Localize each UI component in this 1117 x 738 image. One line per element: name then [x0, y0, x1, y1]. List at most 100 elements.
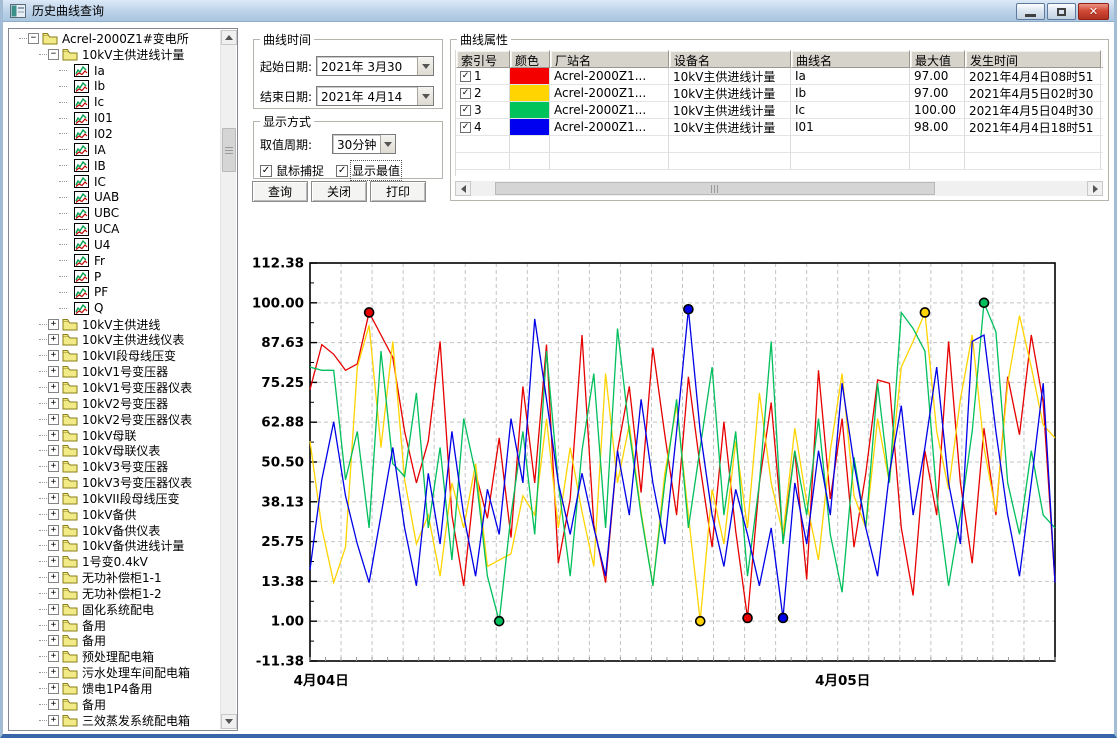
expand-icon[interactable]: +: [48, 525, 59, 536]
tree-item-预处理配电箱[interactable]: +预处理配电箱: [10, 649, 220, 665]
expand-icon[interactable]: +: [48, 414, 59, 425]
column-header-索引号[interactable]: 索引号: [456, 50, 510, 68]
tree-item-10kV主供进线仪表[interactable]: +10kV主供进线仪表: [10, 332, 220, 348]
query-button[interactable]: 查询: [252, 181, 308, 202]
tree-item-10kVII段母线压变[interactable]: +10kVII段母线压变: [10, 490, 220, 506]
tree-item-1号变0.4kV[interactable]: +1号变0.4kV: [10, 554, 220, 570]
expand-icon[interactable]: +: [48, 588, 59, 599]
table-row[interactable]: [456, 136, 1103, 153]
tree-item-UCA[interactable]: UCA: [10, 221, 220, 237]
tree-item-I01[interactable]: I01: [10, 110, 220, 126]
table-row[interactable]: ✓2Acrel-2000Z1...10kV主供进线计量Ib97.002021年4…: [456, 85, 1103, 102]
tree-item-10kV备供仪表[interactable]: +10kV备供仪表: [10, 522, 220, 538]
expand-icon[interactable]: +: [48, 604, 59, 615]
mouse-capture-checkbox[interactable]: ✓: [260, 165, 272, 177]
period-dropdown-button[interactable]: [380, 135, 395, 153]
tree-item-Ic[interactable]: Ic: [10, 94, 220, 110]
tree-item-无功补偿柜1-1[interactable]: +无功补偿柜1-1: [10, 570, 220, 586]
tree-scroll-up-button[interactable]: [221, 30, 237, 45]
expand-icon[interactable]: +: [48, 667, 59, 678]
tree-scroll-down-button[interactable]: [221, 714, 237, 729]
table-scroll-left-button[interactable]: [455, 181, 471, 196]
tree-item-Ia[interactable]: Ia: [10, 63, 220, 79]
tree-item-Q[interactable]: Q: [10, 300, 220, 316]
tree-item-备用[interactable]: +备用: [10, 696, 220, 712]
table-row[interactable]: ✓1Acrel-2000Z1...10kV主供进线计量Ia97.002021年4…: [456, 68, 1103, 85]
table-row[interactable]: ✓4Acrel-2000Z1...10kV主供进线计量I0198.002021年…: [456, 119, 1103, 136]
tree-item-Fr[interactable]: Fr: [10, 253, 220, 269]
row-checkbox[interactable]: ✓: [460, 105, 471, 116]
tree-item-10kV主供进线计量[interactable]: −10kV主供进线计量: [10, 47, 220, 63]
collapse-icon[interactable]: −: [48, 49, 59, 60]
tree-item-10kV母联[interactable]: +10kV母联: [10, 427, 220, 443]
expand-icon[interactable]: +: [48, 683, 59, 694]
table-hscrollbar[interactable]: [455, 181, 1103, 196]
expand-icon[interactable]: +: [48, 493, 59, 504]
tree-item-I02[interactable]: I02: [10, 126, 220, 142]
row-checkbox[interactable]: ✓: [460, 71, 471, 82]
maximize-button[interactable]: [1047, 3, 1076, 20]
tree-item-10kV备供[interactable]: +10kV备供: [10, 506, 220, 522]
close-action-button[interactable]: 关闭: [311, 181, 367, 202]
tree-item-Acrel-2000Z1#变电所[interactable]: −Acrel-2000Z1#变电所: [10, 31, 220, 47]
print-button[interactable]: 打印: [370, 181, 426, 202]
column-header-发生时间[interactable]: 发生时间: [965, 50, 1101, 68]
tree-item-10kV1号变压器[interactable]: +10kV1号变压器: [10, 364, 220, 380]
expand-icon[interactable]: +: [48, 445, 59, 456]
close-button[interactable]: ✕: [1078, 3, 1109, 20]
tree-item-Ib[interactable]: Ib: [10, 79, 220, 95]
tree-item-UAB[interactable]: UAB: [10, 189, 220, 205]
row-checkbox[interactable]: ✓: [460, 122, 471, 133]
column-header-颜色[interactable]: 颜色: [510, 50, 550, 68]
expand-icon[interactable]: +: [48, 635, 59, 646]
row-checkbox[interactable]: ✓: [460, 88, 471, 99]
tree-item-10kV1号变压器仪表[interactable]: +10kV1号变压器仪表: [10, 380, 220, 396]
expand-icon[interactable]: +: [48, 477, 59, 488]
expand-icon[interactable]: +: [48, 715, 59, 726]
tree-item-P[interactable]: P: [10, 269, 220, 285]
tree-item-污水处理车间配电箱[interactable]: +污水处理车间配电箱: [10, 665, 220, 681]
expand-icon[interactable]: +: [48, 556, 59, 567]
minimize-button[interactable]: [1016, 3, 1045, 20]
table-row[interactable]: [456, 153, 1103, 170]
expand-icon[interactable]: +: [48, 334, 59, 345]
column-header-设备名[interactable]: 设备名: [669, 50, 791, 68]
tree-item-U4[interactable]: U4: [10, 237, 220, 253]
expand-icon[interactable]: +: [48, 461, 59, 472]
expand-icon[interactable]: +: [48, 366, 59, 377]
tree-item-10kV主供进线[interactable]: +10kV主供进线: [10, 316, 220, 332]
tree-item-三效蒸发系统配电箱[interactable]: +三效蒸发系统配电箱: [10, 712, 220, 728]
tree-scrollbar[interactable]: [220, 30, 236, 729]
end-date-dropdown-button[interactable]: [417, 87, 433, 105]
tree-item-馈电1P4备用[interactable]: +馈电1P4备用: [10, 681, 220, 697]
tree-item-10kV3号变压器仪表[interactable]: +10kV3号变压器仪表: [10, 475, 220, 491]
tree-item-PF[interactable]: PF: [10, 285, 220, 301]
table-row[interactable]: ✓3Acrel-2000Z1...10kV主供进线计量Ic100.002021年…: [456, 102, 1103, 119]
tree-item-无功补偿柜1-2[interactable]: +无功补偿柜1-2: [10, 586, 220, 602]
tree-item-10kV3号变压器[interactable]: +10kV3号变压器: [10, 459, 220, 475]
column-header-厂站名[interactable]: 厂站名: [550, 50, 669, 68]
tree-item-IB[interactable]: IB: [10, 158, 220, 174]
expand-icon[interactable]: +: [48, 430, 59, 441]
show-extremes-checkbox[interactable]: ✓: [336, 165, 348, 177]
expand-icon[interactable]: +: [48, 509, 59, 520]
tree-item-10kV备供进线计量[interactable]: +10kV备供进线计量: [10, 538, 220, 554]
start-date-select[interactable]: 2021年 3月30: [316, 56, 434, 76]
tree-item-10kV2号变压器仪表[interactable]: +10kV2号变压器仪表: [10, 411, 220, 427]
expand-icon[interactable]: +: [48, 651, 59, 662]
expand-icon[interactable]: +: [48, 540, 59, 551]
collapse-icon[interactable]: −: [28, 33, 39, 44]
tree-item-10kV母联仪表[interactable]: +10kV母联仪表: [10, 443, 220, 459]
expand-icon[interactable]: +: [48, 620, 59, 631]
expand-icon[interactable]: +: [48, 350, 59, 361]
expand-icon[interactable]: +: [48, 382, 59, 393]
period-select[interactable]: 30分钟: [332, 134, 396, 154]
tree-item-10kV2号变压器[interactable]: +10kV2号变压器: [10, 395, 220, 411]
tree-item-备用[interactable]: +备用: [10, 633, 220, 649]
tree-item-UBC[interactable]: UBC: [10, 205, 220, 221]
tree-item-备用[interactable]: +备用: [10, 617, 220, 633]
expand-icon[interactable]: +: [48, 699, 59, 710]
tree-item-固化系统配电[interactable]: +固化系统配电: [10, 601, 220, 617]
expand-icon[interactable]: +: [48, 319, 59, 330]
tree-item-10kVI段母线压变[interactable]: +10kVI段母线压变: [10, 348, 220, 364]
